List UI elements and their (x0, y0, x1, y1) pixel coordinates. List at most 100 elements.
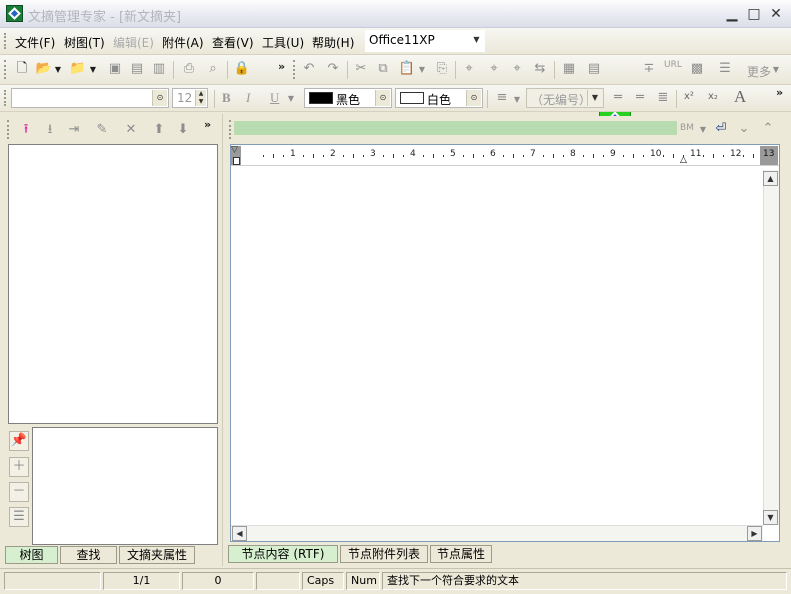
bold-button[interactable]: B (222, 90, 231, 106)
cut-icon[interactable]: ✂ (352, 60, 370, 78)
format-icon[interactable]: ☰ (716, 60, 734, 78)
toolbar-grip[interactable] (229, 120, 232, 139)
insert-symbol-icon[interactable]: ∓ (640, 60, 658, 78)
scroll-up-button[interactable]: ▲ (763, 171, 778, 186)
save-all-icon[interactable]: ▤ (128, 60, 146, 78)
undo-icon[interactable]: ↶ (300, 60, 318, 78)
scroll-left-button[interactable]: ◀ (232, 526, 247, 541)
font-grow-button[interactable]: A (734, 87, 746, 107)
toolbar-grip[interactable] (293, 60, 296, 79)
splitter[interactable] (222, 114, 225, 566)
menu-help[interactable]: 帮助(H) (312, 34, 354, 51)
save-icon[interactable]: ▣ (106, 60, 124, 78)
font-name-combo[interactable]: ⊙ (11, 88, 169, 108)
tab-folder-properties[interactable]: 文摘夹属性 (119, 546, 195, 564)
lock-icon[interactable]: 🔒 (233, 60, 251, 78)
attachment-list[interactable] (32, 427, 218, 545)
paste-icon[interactable]: 📋 (398, 60, 416, 78)
list-icon[interactable]: ☰ (9, 507, 29, 527)
italic-button[interactable]: I (246, 90, 250, 106)
menu-view[interactable]: 查看(V) (212, 34, 254, 51)
find-previous-icon[interactable]: ⌖ (508, 60, 526, 78)
theme-combo[interactable]: Office11XP ▼ (365, 30, 485, 52)
chevron-down-icon[interactable]: ▼ (771, 61, 781, 79)
toolbar-overflow-icon[interactable]: » (776, 86, 783, 99)
chevron-down-icon[interactable]: ▼ (417, 61, 427, 79)
indent-decrease-icon[interactable]: ═ (609, 89, 627, 107)
toolbar-overflow-icon[interactable]: » (204, 118, 211, 131)
insert-object-icon[interactable]: ▦ (560, 60, 578, 78)
indent-marker-icon[interactable]: ▽ (231, 145, 238, 155)
indent-box-icon[interactable] (233, 157, 240, 165)
redo-icon[interactable]: ↷ (324, 60, 342, 78)
find-icon[interactable]: ⌖ (460, 60, 478, 78)
move-down-level-icon[interactable]: ⭳ (41, 121, 59, 139)
minimize-button[interactable]: ▁ (721, 4, 743, 24)
numbering-combo[interactable]: （无编号） ▼ (526, 88, 604, 108)
collapse-down-icon[interactable]: ⌄ (735, 120, 753, 138)
toolbar-grip[interactable] (4, 60, 7, 79)
return-icon[interactable]: ⏎ (712, 120, 730, 138)
underline-button[interactable]: U (270, 90, 279, 106)
font-size-combo[interactable]: 12 ▲ ▼ (172, 88, 208, 108)
pin-icon[interactable]: 📌 (9, 431, 29, 451)
toolbar-grip[interactable] (4, 90, 7, 106)
toolbar-grip[interactable] (7, 120, 10, 139)
tab-node-attachments[interactable]: 节点附件列表 (340, 545, 428, 563)
menu-attach[interactable]: 附件(A) (162, 34, 204, 51)
indent-increase-icon[interactable]: ═ (631, 89, 649, 107)
chevron-down-icon[interactable]: ▼ (286, 90, 296, 108)
paragraph-icon[interactable]: ≣ (654, 89, 672, 107)
insert-url-icon[interactable]: URL (664, 60, 682, 70)
chevron-down-icon[interactable]: ▼ (512, 91, 522, 109)
delete-node-icon[interactable]: ✕ (122, 121, 140, 139)
menu-file[interactable]: 文件(F) (15, 34, 55, 51)
replace-icon[interactable]: ⇆ (531, 60, 549, 78)
menu-grip[interactable] (4, 33, 7, 49)
chevron-down-icon[interactable]: ▼ (53, 61, 63, 79)
insert-table-icon[interactable]: ▤ (585, 60, 603, 78)
remove-icon[interactable]: － (9, 482, 29, 502)
find-next-icon[interactable]: ⌖ (485, 60, 503, 78)
align-left-icon[interactable]: ≡ (493, 89, 511, 107)
move-up-icon[interactable]: ⬆ (150, 121, 168, 139)
vertical-scrollbar[interactable] (763, 170, 779, 525)
tab-node-properties[interactable]: 节点属性 (430, 545, 492, 563)
rtf-editor[interactable] (230, 144, 780, 542)
bookmark-button[interactable]: BM (680, 123, 694, 133)
add-icon[interactable]: ＋ (9, 457, 29, 477)
chevron-down-icon[interactable]: ▼ (698, 121, 708, 139)
export-icon[interactable]: ▥ (150, 60, 168, 78)
scroll-right-button[interactable]: ▶ (747, 526, 762, 541)
collapse-up-icon[interactable]: ⌃ (759, 120, 777, 138)
scroll-down-button[interactable]: ▼ (763, 510, 778, 525)
superscript-button[interactable]: x² (684, 91, 694, 102)
indent-node-icon[interactable]: ⇥ (65, 121, 83, 139)
tab-search[interactable]: 查找 (60, 546, 117, 564)
open-recent-icon[interactable]: 📁 (69, 60, 87, 78)
close-button[interactable]: ✕ (765, 4, 787, 24)
edit-node-icon[interactable]: ✎ (93, 121, 111, 139)
toolbar-overflow-icon[interactable]: » (278, 60, 285, 73)
chevron-down-icon[interactable]: ▼ (88, 61, 98, 79)
fore-color-combo[interactable]: 黑色 ⊙ (304, 88, 392, 108)
maximize-button[interactable]: □ (743, 4, 765, 24)
copy-icon[interactable]: ⧉ (374, 60, 392, 78)
tab-node-content[interactable]: 节点内容 (RTF) (228, 545, 338, 563)
subscript-button[interactable]: x₂ (708, 91, 718, 102)
back-color-combo[interactable]: 白色 ⊙ (395, 88, 483, 108)
move-down-icon[interactable]: ⬇ (174, 121, 192, 139)
print-icon[interactable]: ⎙ (180, 60, 198, 78)
paste-special-icon[interactable]: ⎘ (433, 60, 451, 78)
print-preview-icon[interactable]: ⌕ (204, 60, 222, 78)
move-up-level-icon[interactable]: ⭱ (17, 121, 35, 139)
menu-tools[interactable]: 工具(U) (262, 34, 304, 51)
open-folder-icon[interactable]: 📂 (35, 60, 53, 78)
tree-view[interactable] (8, 144, 218, 424)
tab-tree[interactable]: 树图 (5, 546, 58, 564)
more-button[interactable]: 更多 (747, 63, 771, 80)
new-file-icon[interactable]: 🗋 (13, 60, 31, 78)
ruler[interactable]: ▽ △ 1 2 3 4 5 6 7 8 9 10 11 12 13 (231, 145, 779, 166)
menu-edit[interactable]: 编辑(E) (113, 34, 154, 51)
menu-tree[interactable]: 树图(T) (64, 34, 105, 51)
